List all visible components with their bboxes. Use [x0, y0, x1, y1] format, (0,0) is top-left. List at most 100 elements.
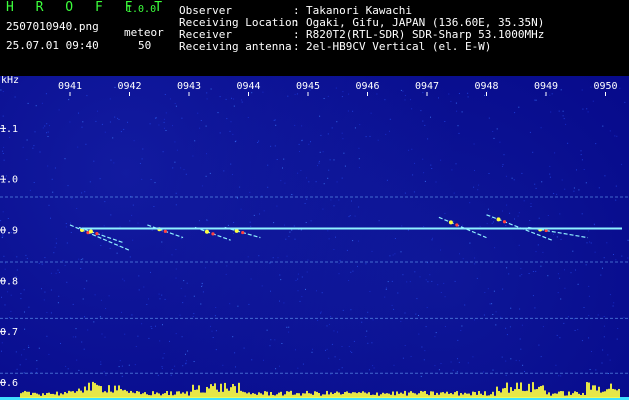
noise-dot [426, 307, 428, 308]
band-bar [566, 395, 568, 398]
meteor-head-red [163, 229, 167, 233]
noise-dot [112, 137, 114, 139]
noise-dot [2, 115, 4, 117]
noise-dot [58, 109, 60, 111]
band-bar [542, 385, 544, 398]
noise-dot [118, 245, 120, 247]
noise-dot [241, 101, 243, 103]
noise-dot [565, 123, 567, 125]
x-tick-label: 0947 [415, 81, 439, 92]
noise-dot [344, 165, 346, 167]
noise-dot [50, 217, 51, 219]
noise-dot [458, 93, 460, 94]
noise-dot [81, 192, 83, 194]
noise-dot [400, 251, 402, 253]
noise-dot [134, 364, 136, 366]
noise-dot [285, 238, 287, 240]
noise-dot [50, 289, 52, 291]
noise-dot [110, 159, 112, 161]
noise-dot [573, 187, 575, 189]
band-bar [440, 392, 442, 398]
noise-dot [41, 263, 43, 265]
meteor-head-yellow [448, 220, 453, 225]
noise-dot [404, 312, 406, 314]
band-bar [254, 393, 256, 398]
noise-dot [336, 121, 338, 123]
band-bar [94, 383, 96, 398]
noise-dot [556, 334, 558, 336]
noise-dot [582, 108, 584, 110]
noise-dot [501, 210, 503, 212]
noise-dot [508, 273, 510, 275]
noise-dot [157, 374, 159, 376]
band-bar [478, 391, 480, 398]
noise-dot [186, 282, 188, 284]
noise-dot [118, 366, 120, 368]
band-bar [556, 393, 558, 398]
band-bar [510, 387, 512, 398]
noise-dot [169, 98, 171, 100]
band-bar [356, 393, 358, 398]
noise-dot [572, 250, 574, 252]
noise-dot [600, 274, 602, 276]
noise-dot [148, 298, 149, 300]
noise-dot [225, 98, 227, 100]
y-axis: kHz 1.1 1.0 0.9 0.8 0.7 0.6 [0, 76, 19, 389]
noise-dot [9, 317, 11, 319]
noise-dot [206, 219, 208, 221]
noise-dot [294, 124, 296, 126]
noise-dot [479, 225, 481, 227]
noise-dot [335, 87, 337, 89]
band-bar [596, 390, 598, 398]
band-bar [66, 393, 68, 398]
noise-dot [119, 360, 121, 362]
noise-dot [502, 166, 503, 167]
noise-dot [231, 97, 232, 99]
noise-dot [609, 359, 611, 361]
noise-dot [283, 302, 285, 304]
noise-dot [517, 215, 519, 217]
noise-dot [372, 319, 374, 321]
noise-dot [261, 285, 263, 287]
band-bar [280, 391, 282, 398]
noise-dot [58, 271, 60, 273]
noise-dot [518, 212, 520, 214]
band-bar [456, 391, 458, 398]
noise-dot [414, 271, 416, 273]
band-bar [128, 392, 130, 398]
band-bar [68, 390, 70, 398]
noise-dot [541, 181, 543, 183]
band-bar [536, 389, 538, 398]
noise-dot [148, 337, 150, 339]
noise-dot [162, 324, 163, 326]
noise-dot [484, 94, 485, 96]
band-bar [390, 394, 392, 398]
band-bar [348, 392, 350, 398]
noise-dot [70, 222, 71, 224]
noise-dot [174, 161, 176, 163]
noise-dot [558, 110, 560, 112]
noise-dot [100, 245, 102, 246]
noise-dot [338, 273, 340, 275]
meteor-head-red [241, 230, 245, 235]
noise-dot [294, 238, 296, 240]
noise-dot [210, 88, 212, 90]
noise-dot [346, 249, 348, 251]
band-bar [544, 390, 546, 398]
noise-dot [289, 231, 291, 233]
noise-dot [402, 90, 404, 92]
noise-dot [250, 278, 252, 280]
noise-dot [408, 149, 410, 151]
band-bar [494, 395, 496, 398]
band-bar [304, 393, 306, 398]
noise-dot [559, 337, 561, 339]
noise-dot [66, 281, 68, 283]
noise-dot [318, 162, 320, 164]
noise-dot [182, 365, 184, 367]
band-bar [176, 391, 178, 398]
noise-dot [300, 229, 302, 231]
noise-dot [38, 347, 40, 349]
noise-dot [335, 236, 336, 238]
noise-dot [249, 191, 251, 193]
band-bar [458, 395, 460, 398]
